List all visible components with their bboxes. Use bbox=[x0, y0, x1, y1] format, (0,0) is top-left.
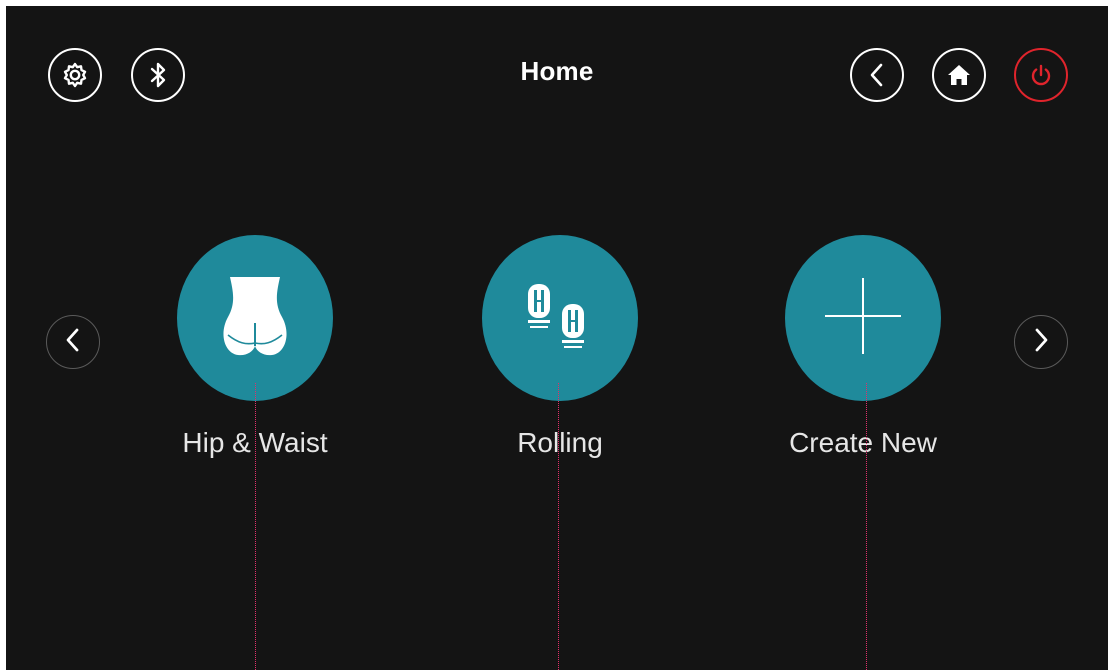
program-icon-circle bbox=[785, 235, 941, 401]
power-icon bbox=[1028, 62, 1054, 88]
guide-line bbox=[255, 383, 256, 670]
guide-line bbox=[866, 383, 867, 670]
back-button[interactable] bbox=[850, 48, 904, 102]
home-button[interactable] bbox=[932, 48, 986, 102]
home-icon bbox=[946, 62, 972, 88]
guide-line bbox=[558, 383, 559, 670]
home-screen: Home Hip & Waist Rolling Create New bbox=[6, 6, 1108, 670]
program-label: Rolling bbox=[517, 427, 603, 458]
plus-icon bbox=[823, 276, 903, 361]
carousel-prev-button[interactable] bbox=[46, 315, 100, 369]
program-label: Create New bbox=[789, 427, 937, 458]
rolling-icon bbox=[524, 276, 596, 361]
program-create-new[interactable]: Create New bbox=[783, 235, 943, 459]
chevron-right-icon bbox=[1030, 325, 1052, 360]
chevron-left-icon bbox=[62, 325, 84, 360]
program-rolling[interactable]: Rolling bbox=[480, 235, 640, 459]
chevron-left-icon bbox=[866, 61, 888, 89]
hip-waist-icon bbox=[220, 273, 290, 364]
carousel-next-button[interactable] bbox=[1014, 315, 1068, 369]
power-button[interactable] bbox=[1014, 48, 1068, 102]
program-icon-circle bbox=[482, 235, 638, 401]
program-icon-circle bbox=[177, 235, 333, 401]
